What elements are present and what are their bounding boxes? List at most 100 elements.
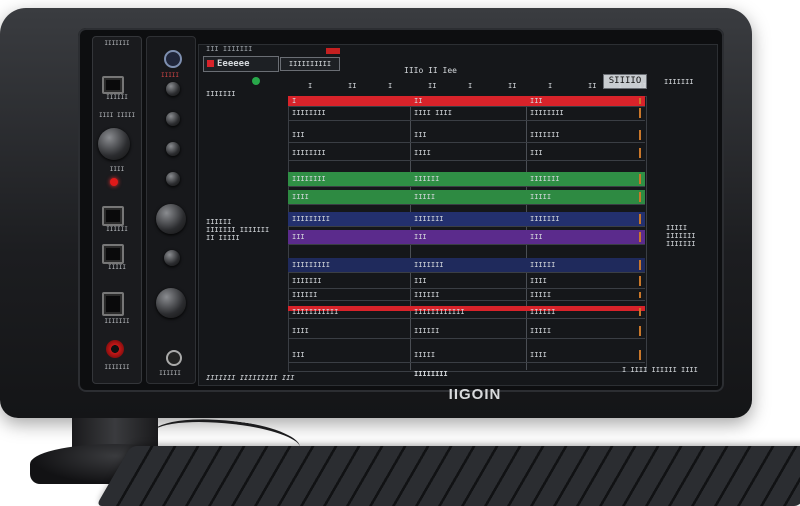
level-tick: [639, 350, 641, 360]
headphone-jack[interactable]: [166, 350, 182, 366]
port-4-label: IIIIIII: [104, 318, 130, 325]
channel-row[interactable]: IIIIIIIIIIIIIII: [288, 146, 645, 161]
strip2-bottom-label: IIIIII: [159, 370, 181, 377]
channel-cell: IIIIII: [530, 308, 556, 316]
bottom-center-text: IIIIIIII: [414, 370, 448, 378]
channel-cell: IIIII: [530, 193, 552, 201]
side-left-mid-1: IIIIII: [206, 218, 232, 226]
level-tick: [639, 232, 641, 242]
channel-cell: IIIIIIII: [292, 149, 326, 157]
channel-cell: III: [530, 149, 543, 157]
channel-cell: IIIIII: [292, 291, 318, 299]
side-right-3: IIIIIII: [666, 240, 696, 248]
level-tick: [639, 148, 641, 158]
level-tick: [639, 130, 641, 140]
channel-cell: IIIIII: [414, 175, 440, 183]
channel-row[interactable]: IIIIIIIII IIIIIII IIIIII: [288, 258, 645, 273]
small-knob-5[interactable]: [164, 250, 180, 266]
knob-label: IIII: [109, 166, 125, 173]
channel-cell: IIIII: [414, 193, 436, 201]
level-tick: [639, 108, 641, 118]
channel-cell: III: [292, 131, 305, 139]
col-marker: I: [548, 82, 553, 90]
small-knob-4[interactable]: [166, 172, 180, 186]
port-1[interactable]: [102, 76, 124, 94]
port-1-label: IIIIII: [106, 94, 128, 101]
level-tick: [639, 192, 641, 202]
brand-logo: IIGOIN: [448, 386, 502, 403]
channel-row[interactable]: IIIIIIIIIIIIIII: [288, 324, 645, 339]
strip-top-label: IIIIIII: [104, 40, 130, 47]
level-tick: [639, 326, 641, 336]
level-tick: [639, 308, 641, 316]
level-tick: [639, 260, 641, 270]
channel-cell: IIII IIII: [414, 109, 452, 117]
channel-row[interactable]: III IIIII IIII: [288, 348, 645, 363]
small-knob-3[interactable]: [166, 142, 180, 156]
title-red-mark: [207, 60, 214, 67]
channel-row[interactable]: III III IIIIIII: [288, 128, 645, 143]
channel-cell: IIIIIIII: [292, 175, 326, 183]
small-knob-2[interactable]: [166, 112, 180, 126]
channel-cell: IIIIIII: [414, 261, 444, 269]
channel-cell: IIIIIIIII: [292, 261, 330, 269]
channel-cell: IIIIII: [530, 261, 556, 269]
col-marker: II: [348, 82, 357, 90]
power-led: [110, 178, 118, 186]
main-knob[interactable]: [98, 128, 130, 160]
side-left-mid-3: II IIIII: [206, 234, 240, 242]
channel-cell: IIII: [292, 327, 309, 335]
channel-cell: III: [414, 233, 427, 241]
col-marker: I: [468, 82, 473, 90]
channel-row[interactable]: IIIIIIIII IIIIIII IIIIIII: [288, 212, 645, 227]
port-3[interactable]: [102, 244, 124, 264]
channel-row[interactable]: IIIIIIIIIIIIII: [288, 190, 645, 205]
bottom-left-text: IIIIIII IIIIIIIII III: [206, 374, 295, 382]
col-marker: I: [388, 82, 393, 90]
screen-title: Eeeeee: [217, 59, 250, 69]
channel-cell: IIIIII: [414, 291, 440, 299]
channel-cell: I: [292, 97, 297, 105]
channel-cell: IIIIIIII: [530, 109, 564, 117]
level-tick: [639, 174, 641, 184]
channel-cell: IIII: [292, 193, 309, 201]
red-jack[interactable]: [106, 340, 124, 358]
side-left-label: IIIIIII: [206, 90, 236, 98]
strip2-top-label: IIIII: [160, 72, 180, 79]
channel-cell: IIIIIII: [530, 131, 560, 139]
channel-cell: II: [414, 97, 423, 105]
channel-cell: IIIIIII: [530, 175, 560, 183]
channel-cell: IIIIIII: [292, 277, 322, 285]
channel-row[interactable]: III III III: [288, 230, 645, 245]
port-2[interactable]: [102, 206, 124, 226]
channel-row[interactable]: IIIIIIII IIII IIII IIIIIIII: [288, 106, 645, 121]
channel-row[interactable]: IIIIIIIIIIIIII: [288, 274, 645, 289]
port-3-label: IIIII: [107, 264, 127, 271]
right-text: IIIIIII: [664, 78, 694, 86]
channel-cell: III: [530, 233, 543, 241]
small-knob-1[interactable]: [166, 82, 180, 96]
col-marker: II: [428, 82, 437, 90]
channel-cell: III: [530, 97, 543, 105]
channel-row[interactable]: IIIIIIII IIIIII IIIIIII: [288, 172, 645, 187]
channel-cell: III: [414, 277, 427, 285]
channel-cell: IIIIIII: [530, 215, 560, 223]
tab-3[interactable]: IIIo II Iee: [404, 66, 484, 75]
port-1-sublabel: IIII IIIII: [98, 112, 136, 119]
channel-cell: IIIII: [530, 327, 552, 335]
large-knob-2[interactable]: [156, 288, 186, 318]
title-box[interactable]: Eeeeee: [203, 56, 279, 72]
red-jack-label: IIIIIII: [104, 364, 130, 371]
channel-row[interactable]: IIIIIIIIIII IIIIIIIIIIII IIIIII: [288, 306, 645, 319]
power-button[interactable]: [164, 50, 182, 68]
channel-cell: IIIIIIIIIII: [292, 308, 339, 316]
channel-cell: IIII: [414, 149, 431, 157]
col-marker: II: [588, 82, 597, 90]
tab-2[interactable]: IIIIIIIIII: [280, 57, 340, 71]
screen-top-label: III IIIIIII: [206, 45, 253, 53]
channel-row[interactable]: IIIIII IIIIII IIIII: [288, 290, 645, 301]
port-4[interactable]: [102, 292, 124, 316]
keyboard[interactable]: [96, 446, 800, 506]
large-knob-1[interactable]: [156, 204, 186, 234]
side-right-1: IIIII: [666, 224, 688, 232]
